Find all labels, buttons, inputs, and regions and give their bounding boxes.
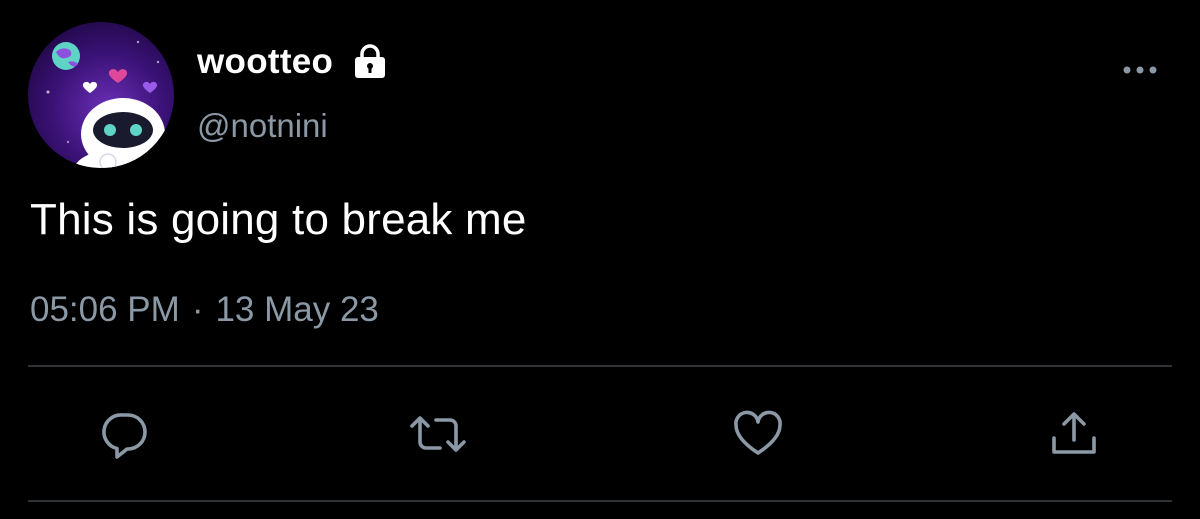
reply-button[interactable] (94, 404, 154, 464)
avatar[interactable] (28, 22, 174, 168)
heart-icon (734, 410, 782, 455)
divider (28, 365, 1172, 367)
tweet-date: 13 May 23 (215, 290, 379, 329)
more-options-button[interactable] (1118, 56, 1162, 84)
retweet-button[interactable] (408, 404, 468, 464)
lock-icon (351, 43, 389, 81)
speech-bubble-icon (102, 413, 147, 459)
more-dots-icon (1123, 66, 1157, 74)
divider (28, 500, 1172, 502)
share-upload-icon (1052, 412, 1096, 454)
share-button[interactable] (1044, 404, 1104, 464)
avatar-robot-image (28, 22, 174, 168)
tweet-timestamp[interactable]: 05:06 PM · 13 May 23 (30, 286, 379, 334)
tweet-time: 05:06 PM (30, 290, 180, 329)
user-handle[interactable]: @notnini (197, 104, 328, 148)
display-name[interactable]: wootteo (197, 40, 333, 84)
like-button[interactable] (728, 404, 788, 464)
tweet-text: This is going to break me (30, 195, 527, 244)
retweet-arrows-icon (410, 416, 466, 452)
timestamp-separator: · (191, 290, 204, 329)
display-name-row: wootteo (197, 40, 389, 84)
